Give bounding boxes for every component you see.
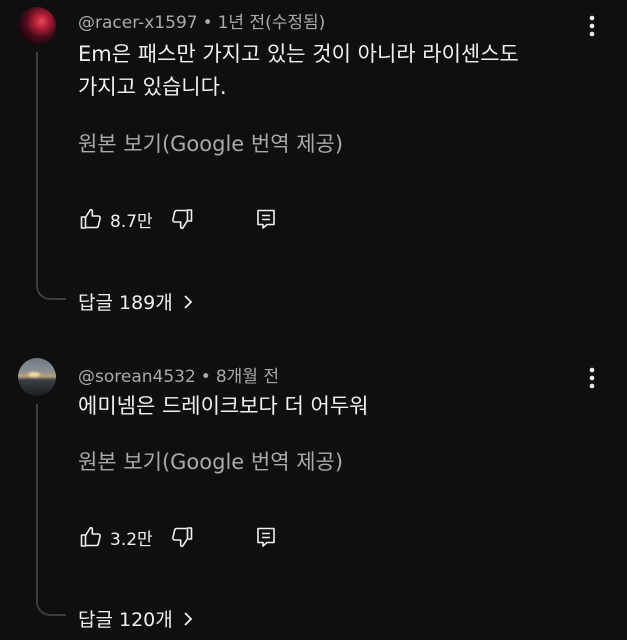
thumbs-up-icon <box>80 526 101 547</box>
like-button[interactable] <box>78 524 104 550</box>
comment-text-line: 에미넴은 드레이크보다 더 어두워 <box>78 394 369 418</box>
comment-meta: @sorean4532 • 8개월 전 <box>78 362 279 387</box>
meta-separator: • <box>200 367 211 387</box>
reply-comment-icon <box>256 527 275 547</box>
more-vertical-icon <box>589 367 595 389</box>
dislike-button[interactable] <box>169 524 195 550</box>
avatar-sun <box>28 372 40 377</box>
chevron-right-icon <box>183 611 193 627</box>
comment-text: 에미넴은 드레이크보다 더 어두워 <box>78 390 578 423</box>
comment-time[interactable]: 8개월 전 <box>216 367 279 387</box>
replies-label: 답글 120개 <box>78 609 173 631</box>
thread-line <box>36 404 66 616</box>
thumbs-down-icon <box>171 527 192 548</box>
author-name[interactable]: @sorean4532 <box>78 367 196 387</box>
like-count: 3.2만 <box>110 529 153 550</box>
comment-actions: 3.2만 <box>78 524 279 550</box>
reply-button[interactable] <box>253 524 279 550</box>
more-options-button[interactable] <box>578 364 606 392</box>
see-original-link[interactable]: 원본 보기(Google 번역 제공) <box>78 446 343 476</box>
view-replies-button[interactable]: 답글 120개 <box>78 605 193 632</box>
comment-2: @sorean4532 • 8개월 전 에미넴은 드레이크보다 더 어두워 원본 보… <box>0 0 627 640</box>
avatar[interactable] <box>18 358 56 396</box>
